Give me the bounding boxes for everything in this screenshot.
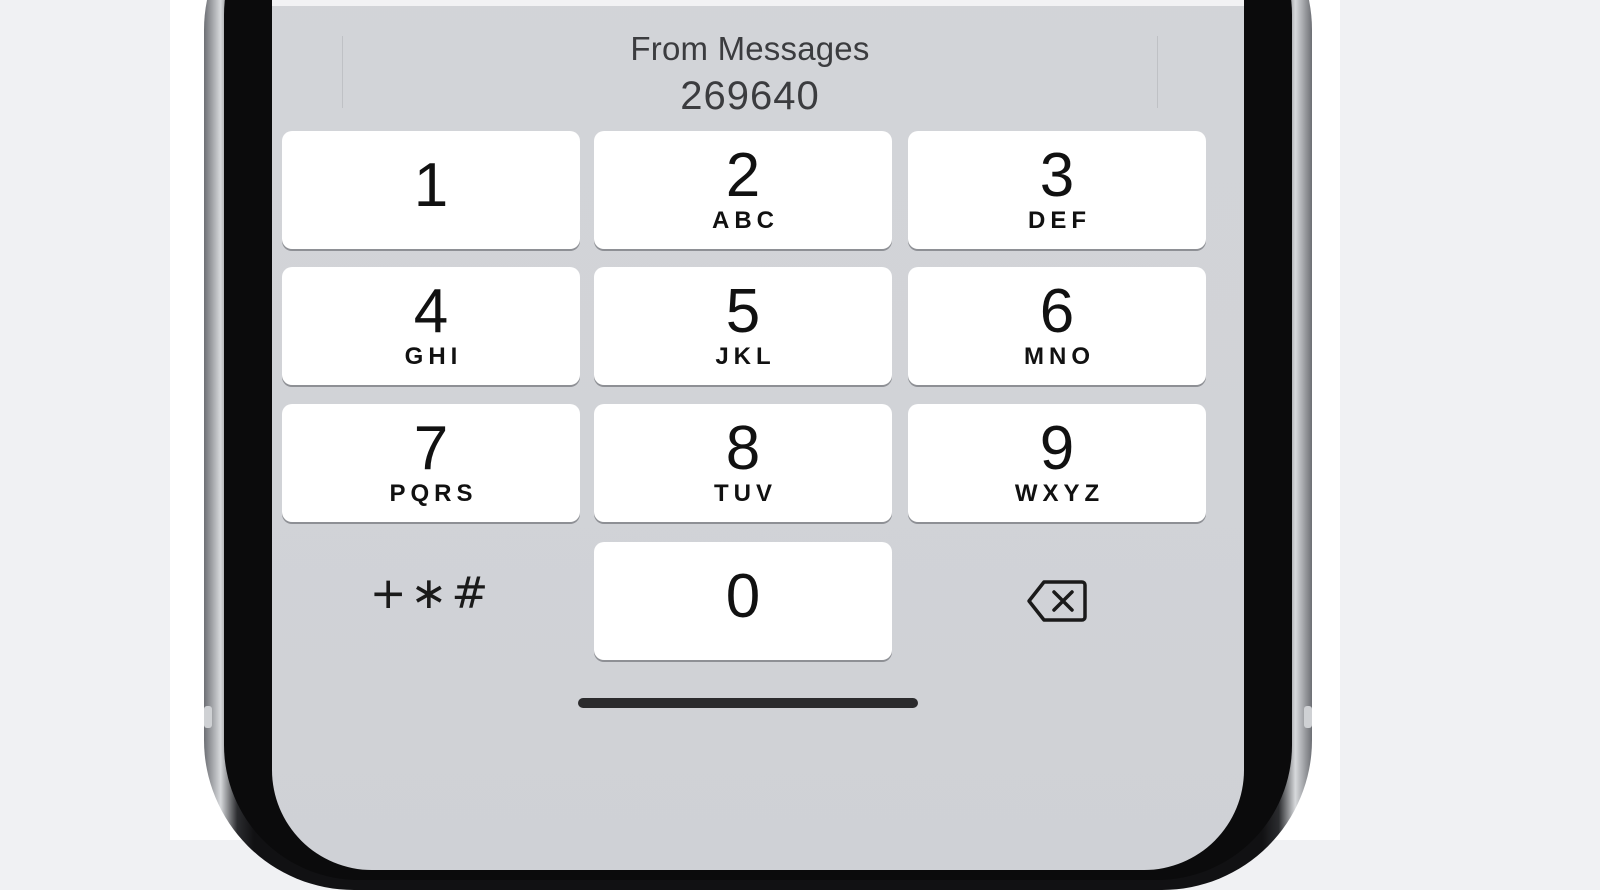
key-letters: WXYZ (1014, 480, 1105, 507)
key-0[interactable]: 0 (594, 542, 892, 660)
symbols-key[interactable]: +∗# (282, 542, 580, 660)
key-7[interactable]: 7 PQRS (282, 404, 580, 522)
phone-screen: From Messages 269640 1 2 ABC 3 DEF 4 GHI… (272, 0, 1244, 870)
key-digit: 9 (1039, 414, 1075, 483)
key-digit: 1 (413, 151, 449, 220)
text-field-edge (272, 0, 1244, 6)
key-6[interactable]: 6 MNO (908, 267, 1206, 385)
delete-key[interactable] (908, 542, 1206, 660)
key-digit: 4 (413, 277, 449, 346)
key-letters: DEF (1028, 207, 1091, 234)
key-letters: TUV (714, 480, 777, 507)
key-digit: 8 (725, 414, 761, 483)
key-letters: GHI (404, 343, 463, 370)
side-button-left (204, 706, 212, 728)
key-4[interactable]: 4 GHI (282, 267, 580, 385)
suggestion-source: From Messages (630, 30, 870, 67)
key-digit: 6 (1039, 277, 1075, 346)
key-digit: 7 (413, 414, 449, 483)
key-digit: 0 (725, 562, 761, 631)
home-indicator[interactable] (578, 698, 918, 708)
key-letters: JKL (715, 343, 776, 370)
key-digit: 2 (725, 141, 761, 210)
backspace-icon (1027, 580, 1087, 622)
key-letters: ABC (712, 207, 779, 234)
key-9[interactable]: 9 WXYZ (908, 404, 1206, 522)
key-1[interactable]: 1 (282, 131, 580, 249)
key-5[interactable]: 5 JKL (594, 267, 892, 385)
key-letters: PQRS (389, 480, 478, 507)
key-digit: 5 (725, 277, 761, 346)
side-button-right (1304, 706, 1312, 728)
key-8[interactable]: 8 TUV (594, 404, 892, 522)
autofill-suggestion[interactable]: From Messages 269640 (342, 30, 1158, 118)
key-2[interactable]: 2 ABC (594, 131, 892, 249)
suggestion-code[interactable]: 269640 (342, 74, 1158, 119)
page-background: From Messages 269640 1 2 ABC 3 DEF 4 GHI… (0, 0, 1600, 890)
key-digit: 3 (1039, 141, 1075, 210)
key-letters: MNO (1024, 343, 1095, 370)
key-3[interactable]: 3 DEF (908, 131, 1206, 249)
symbols-label: +∗# (369, 568, 493, 619)
